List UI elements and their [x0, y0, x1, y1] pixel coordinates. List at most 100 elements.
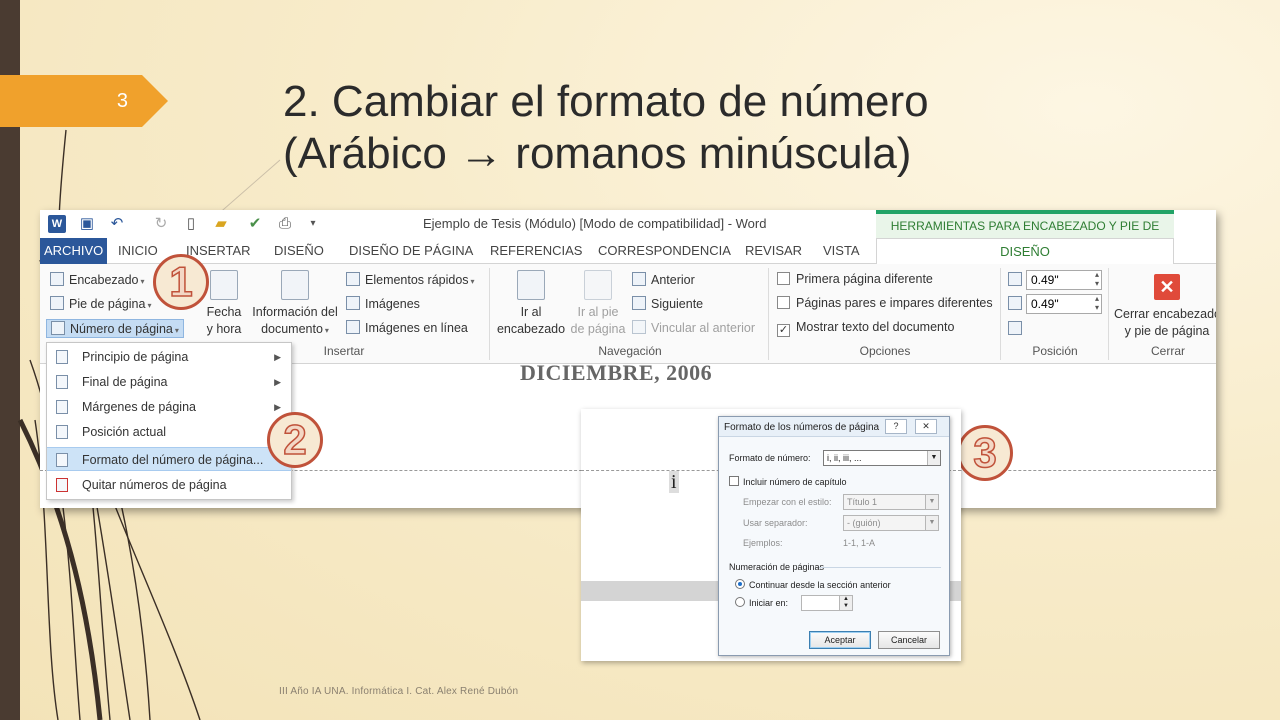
- dialog-titlebar: Formato de los números de página ? ✕: [719, 417, 949, 437]
- continue-option[interactable]: Continuar desde la sección anterior: [735, 579, 891, 590]
- format-page-number-icon: [56, 453, 68, 467]
- show-text-option[interactable]: ✓ Mostrar texto del documento: [777, 320, 954, 337]
- link-icon: [632, 320, 646, 334]
- footer-button[interactable]: Pie de página ▾: [50, 296, 151, 311]
- page-numbering-header: Numeración de páginas: [729, 562, 825, 572]
- quick-parts-button[interactable]: Elementos rápidos ▾: [346, 272, 475, 287]
- ok-button[interactable]: Aceptar: [809, 631, 871, 649]
- link-previous-button[interactable]: Vincular al anterior: [632, 320, 755, 335]
- include-chapter-checkbox[interactable]: [729, 476, 739, 486]
- tab-inicio[interactable]: INICIO: [110, 238, 166, 264]
- group-opciones-label: Opciones: [859, 344, 911, 358]
- start-at-radio[interactable]: [735, 597, 745, 607]
- check-icon[interactable]: ✔: [246, 215, 264, 233]
- goto-header-button[interactable]: Ir al encabezado: [496, 270, 566, 338]
- images-button[interactable]: Imágenes: [346, 296, 420, 311]
- remove-page-number-icon: [56, 478, 68, 492]
- separator-select[interactable]: - (guión) ▼: [843, 515, 939, 531]
- dropdown-arrow-icon: ▼: [925, 516, 938, 530]
- chapter-style-select[interactable]: Título 1 ▼: [843, 494, 939, 510]
- dialog-screenshot-inset: i Formato de los números de página ? ✕ F…: [581, 409, 961, 661]
- tab-archivo[interactable]: ARCHIVO: [40, 238, 108, 264]
- number-format-select[interactable]: i, ii, iii, ... ▼: [823, 450, 941, 466]
- date-time-button[interactable]: Fecha y hora: [204, 270, 244, 338]
- header-position-input[interactable]: 0.49": [1026, 270, 1102, 290]
- footer-position-input[interactable]: 0.49": [1026, 294, 1102, 314]
- current-position-icon: [56, 425, 68, 439]
- first-page-checkbox[interactable]: [777, 272, 790, 285]
- window-title: Ejemplo de Tesis (Módulo) [Modo de compa…: [423, 216, 767, 231]
- contextual-tab-title: HERRAMIENTAS PARA ENCABEZADO Y PIE DE PÁ…: [876, 210, 1174, 257]
- ribbon-separator: [1108, 268, 1109, 360]
- odd-even-checkbox[interactable]: [777, 296, 790, 309]
- group-navegacion-label: Navegación: [598, 344, 662, 358]
- menu-item-top-of-page[interactable]: Principio de página ▶: [47, 345, 291, 369]
- undo-icon[interactable]: ↶: [108, 215, 126, 233]
- customize-toolbar-icon[interactable]: ▾: [304, 215, 322, 233]
- print-preview-icon[interactable]: ⎙: [276, 215, 294, 233]
- page-number-button[interactable]: Número de página ▾: [46, 319, 184, 338]
- start-at-input[interactable]: ▲ ▼: [801, 595, 853, 611]
- tab-diseno-pagina[interactable]: DISEÑO DE PÁGINA: [341, 238, 481, 264]
- separator-label: Usar separador:: [743, 518, 808, 528]
- previous-icon: [632, 272, 646, 286]
- tab-referencias[interactable]: REFERENCIAS: [482, 238, 590, 264]
- dialog-close-button[interactable]: ✕: [915, 419, 937, 434]
- continue-radio[interactable]: [735, 579, 745, 589]
- odd-even-option[interactable]: Páginas pares e impares diferentes: [777, 296, 993, 310]
- online-images-button[interactable]: Imágenes en línea: [346, 320, 468, 335]
- show-text-checkbox[interactable]: ✓: [777, 324, 790, 337]
- group-insertar-label: Insertar: [323, 344, 365, 358]
- doc-info-button[interactable]: Información del documento ▾: [248, 270, 342, 339]
- menu-item-format-page-numbers[interactable]: Formato del número de página...: [47, 447, 291, 471]
- close-icon: ✕: [1154, 274, 1180, 300]
- examples-label: Ejemplos:: [743, 538, 783, 548]
- first-page-option[interactable]: Primera página diferente: [777, 272, 933, 286]
- tab-vista[interactable]: VISTA: [815, 238, 868, 264]
- header-button[interactable]: Encabezado ▾: [50, 272, 145, 287]
- insert-alignment-tab-icon[interactable]: [1008, 321, 1022, 335]
- page-margins-icon: [56, 400, 68, 414]
- document-info-icon: [281, 270, 309, 300]
- picture-icon: [346, 296, 360, 310]
- start-at-option[interactable]: Iniciar en:: [735, 597, 788, 608]
- tab-correspondencia[interactable]: CORRESPONDENCIA: [590, 238, 739, 264]
- include-chapter-option[interactable]: Incluir número de capítulo: [729, 476, 847, 487]
- header-icon: [50, 272, 64, 286]
- tab-diseno[interactable]: DISEÑO: [266, 238, 332, 264]
- help-button[interactable]: ?: [885, 419, 907, 434]
- header-position-icon: [1008, 272, 1022, 286]
- tab-revisar[interactable]: REVISAR: [737, 238, 810, 264]
- ribbon-separator: [1000, 268, 1001, 360]
- page-number-format-dialog: Formato de los números de página ? ✕ For…: [718, 416, 950, 656]
- goto-footer-button[interactable]: Ir al pie de página: [568, 270, 628, 338]
- page-number-menu: Principio de página ▶ Final de página ▶ Má…: [46, 342, 292, 500]
- online-picture-icon: [346, 320, 360, 334]
- footer-position-icon: [1008, 296, 1022, 310]
- footer-icon: [50, 296, 64, 310]
- next-button[interactable]: Siguiente: [632, 296, 703, 311]
- menu-item-current-position[interactable]: Posición actual: [47, 420, 291, 444]
- page-number-icon: [51, 321, 65, 335]
- menu-item-bottom-of-page[interactable]: Final de página ▶: [47, 370, 291, 394]
- slide-number: 3: [116, 90, 128, 112]
- close-header-footer-button[interactable]: ✕ Cerrar encabezado y pie de página: [1114, 274, 1216, 340]
- previous-button[interactable]: Anterior: [632, 272, 695, 287]
- spinner-icon: ▲ ▼: [839, 596, 852, 610]
- dropdown-arrow-icon: ▼: [927, 451, 940, 465]
- tab-diseno-contextual[interactable]: DISEÑO: [876, 238, 1174, 264]
- slide-number-badge: 3: [0, 75, 168, 127]
- new-document-icon[interactable]: ▯: [182, 215, 200, 233]
- dialog-title: Formato de los números de página: [724, 422, 880, 433]
- page-bottom-icon: [56, 375, 68, 389]
- save-icon[interactable]: ▣: [78, 215, 96, 233]
- menu-item-page-margins[interactable]: Márgenes de página ▶: [47, 395, 291, 419]
- goto-header-icon: [517, 270, 545, 300]
- cancel-button[interactable]: Cancelar: [878, 631, 940, 649]
- menu-item-remove-page-numbers[interactable]: Quitar números de página: [47, 473, 291, 497]
- style-label: Empezar con el estilo:: [743, 497, 832, 507]
- next-icon: [632, 296, 646, 310]
- redo-icon[interactable]: ↻: [152, 215, 170, 233]
- section-divider: [819, 567, 941, 568]
- open-folder-icon[interactable]: ▰: [212, 215, 230, 233]
